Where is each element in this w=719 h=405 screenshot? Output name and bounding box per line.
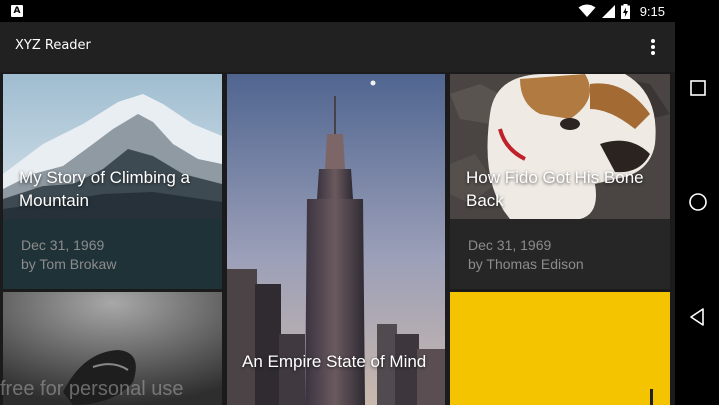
- status-icons: 9:15: [578, 0, 665, 22]
- app-toolbar: XYZ Reader: [0, 22, 675, 72]
- article-date: Dec 31, 1969: [468, 237, 552, 253]
- article-thumbnail: [450, 292, 670, 405]
- home-icon[interactable]: [687, 191, 709, 213]
- article-meta: Dec 31, 1969 by Tom Brokaw: [3, 219, 222, 289]
- article-card[interactable]: How Fido Got His Bone Back Dec 31, 1969 …: [450, 74, 670, 289]
- article-meta: Dec 31, 1969 by Thomas Edison: [450, 219, 670, 289]
- status-bar: A 9:15: [0, 0, 675, 22]
- wifi-icon: [578, 4, 596, 17]
- system-nav-bar: [675, 0, 719, 405]
- more-vert-icon[interactable]: [646, 36, 660, 58]
- article-date: Dec 31, 1969: [21, 237, 105, 253]
- article-byline: by Tom Brokaw: [21, 256, 117, 272]
- back-icon[interactable]: [687, 306, 709, 328]
- article-card[interactable]: [450, 292, 670, 405]
- article-card[interactable]: An Empire State of Mind: [227, 74, 445, 405]
- article-grid: My Story of Climbing a Mountain Dec 31, …: [0, 72, 675, 405]
- notification-icon: A: [11, 5, 23, 17]
- recents-icon[interactable]: [687, 77, 709, 99]
- watermark: free for personal use: [0, 378, 184, 400]
- article-title: How Fido Got His Bone Back: [466, 168, 644, 210]
- app-title: XYZ Reader: [15, 38, 91, 53]
- cell-signal-icon: [601, 4, 615, 18]
- battery-icon: [620, 3, 630, 19]
- article-card[interactable]: My Story of Climbing a Mountain Dec 31, …: [3, 74, 222, 289]
- article-byline: by Thomas Edison: [468, 256, 584, 272]
- article-title: An Empire State of Mind: [242, 352, 427, 371]
- article-title: My Story of Climbing a Mountain: [19, 168, 190, 210]
- clock: 9:15: [639, 3, 665, 19]
